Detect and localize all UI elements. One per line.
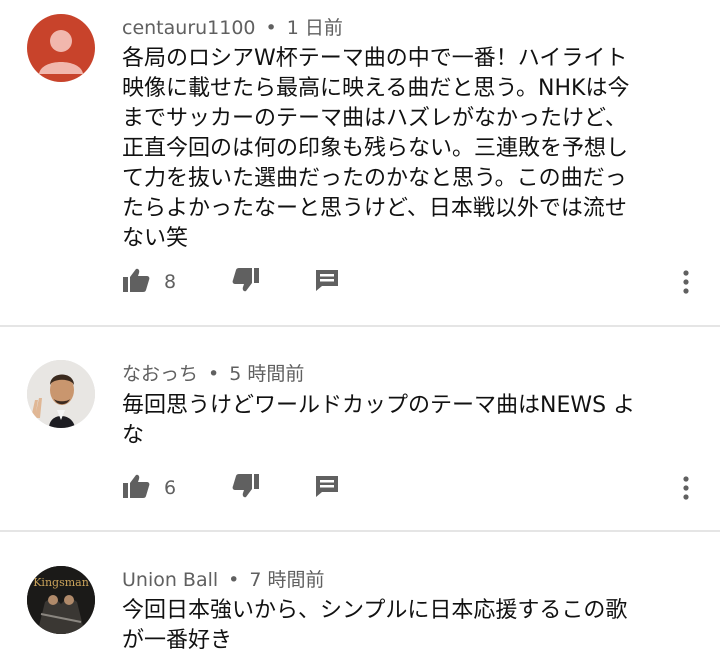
comment-actions: 8 <box>122 264 712 300</box>
like-button[interactable]: 8 <box>122 264 176 300</box>
timestamp: 7 時間前 <box>249 569 325 591</box>
avatar[interactable] <box>27 14 95 82</box>
more-options-icon[interactable] <box>674 474 698 502</box>
reply-button[interactable] <box>314 264 340 300</box>
separator-dot: • <box>265 17 277 39</box>
comment-meta: Union Ball • 7 時間前 <box>122 565 325 592</box>
separator-dot: • <box>228 569 240 591</box>
comment-text: 各局のロシアW杯テーマ曲の中で一番！ハイライト 映像に載せたら最高に映える曲だと… <box>122 46 630 251</box>
comment-item: centauru1100 • 1 日前 各局のロシアW杯テーマ曲の中で一番！ハイライ… <box>0 0 720 325</box>
reply-comment-icon <box>314 268 340 296</box>
comment-item: なおっち • 5 時間前 毎回思うけどワールドカップのテーマ曲はNEWS よ な 6 <box>0 327 720 530</box>
like-count: 8 <box>164 271 177 293</box>
comment-text: 毎回思うけどワールドカップのテーマ曲はNEWS よ な <box>122 393 636 448</box>
reply-button[interactable] <box>314 470 340 506</box>
timestamp: 1 日前 <box>286 17 343 39</box>
thumbs-up-icon <box>122 267 150 297</box>
separator-dot: • <box>208 363 220 385</box>
comment-actions: 6 <box>122 470 712 506</box>
more-options-icon[interactable] <box>674 268 698 296</box>
author-name[interactable]: centauru1100 <box>122 17 256 39</box>
comment-item: Kingsman Union Ball • 7 時間前 今回日本強いから、シンプルに… <box>0 532 720 660</box>
thumbs-down-icon <box>232 473 260 503</box>
avatar[interactable]: Kingsman <box>27 566 95 634</box>
author-name[interactable]: なおっち <box>122 363 198 385</box>
comment-meta: centauru1100 • 1 日前 <box>122 13 343 40</box>
author-name[interactable]: Union Ball <box>122 569 218 591</box>
like-button[interactable]: 6 <box>122 470 176 506</box>
comment-text: 今回日本強いから、シンプルに日本応援するこの歌 が一番好き <box>122 598 628 653</box>
thumbs-down-icon <box>232 267 260 297</box>
thumbs-up-icon <box>122 473 150 503</box>
dislike-button[interactable] <box>232 264 260 300</box>
timestamp: 5 時間前 <box>229 363 305 385</box>
avatar-logo-text: Kingsman <box>33 576 89 589</box>
avatar[interactable] <box>27 360 95 428</box>
comment-meta: なおっち • 5 時間前 <box>122 359 304 386</box>
reply-comment-icon <box>314 474 340 502</box>
dislike-button[interactable] <box>232 470 260 506</box>
like-count: 6 <box>164 477 177 499</box>
